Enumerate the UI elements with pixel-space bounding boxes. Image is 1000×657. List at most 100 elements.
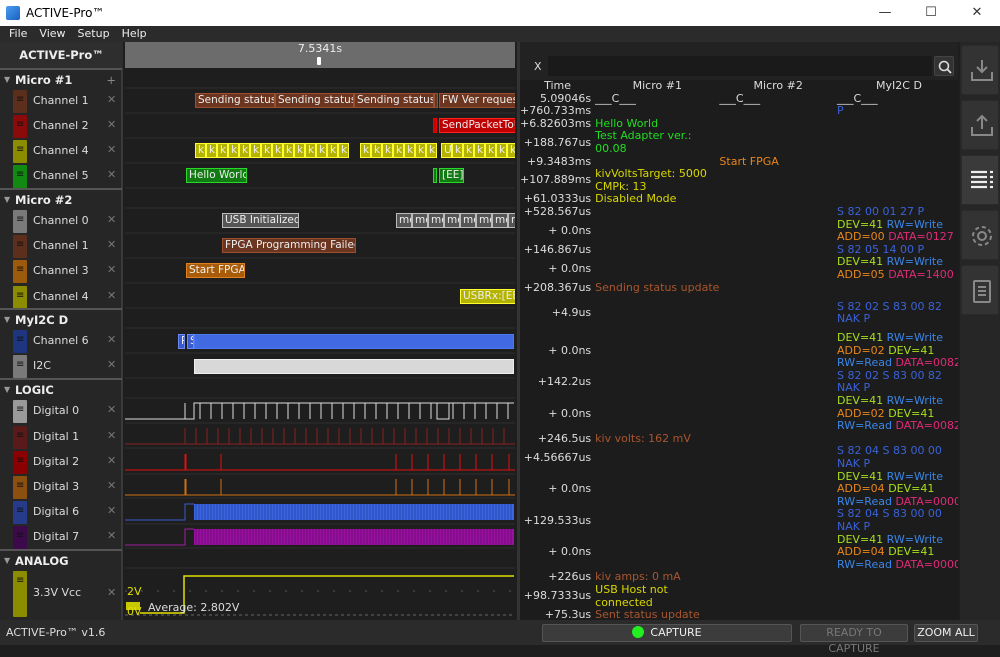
channel-color-swatch[interactable] [13, 90, 27, 113]
log-row[interactable]: +188.767usTest Adapter ver.:00.08 [520, 130, 958, 155]
annotation-fw-version[interactable]: FW Ver reques [439, 93, 515, 108]
channel-row[interactable]: I2C✕ [0, 354, 122, 379]
close-button[interactable]: ✕ [954, 0, 1000, 26]
annotation-ki[interactable]: ki [415, 143, 426, 158]
channel-row[interactable]: Digital 1✕ [0, 425, 122, 450]
annotation-mc[interactable]: mc [412, 213, 428, 228]
annotation-mc[interactable]: mc [460, 213, 476, 228]
annotation-sending-status[interactable]: Sending status [195, 93, 275, 108]
channel-row[interactable]: Digital 0✕ [0, 399, 122, 424]
annotation-sending-status[interactable]: Sending status [354, 93, 434, 108]
annotation-usbrx[interactable]: USBRx:[EE [460, 289, 515, 304]
add-channel-button[interactable]: + [106, 70, 116, 90]
remove-channel-icon[interactable]: ✕ [107, 403, 116, 416]
annotation-ki[interactable]: U [441, 143, 452, 158]
group-header[interactable]: ▼MyI2C D [0, 308, 122, 330]
annotation-ki[interactable]: ki [371, 143, 382, 158]
annotation-hello-world[interactable]: Hello World [186, 168, 247, 183]
time-ruler[interactable]: 7.5341s [125, 42, 515, 68]
annotation-ki[interactable]: ki [496, 143, 507, 158]
channel-row[interactable]: Channel 4✕ [0, 139, 122, 164]
annotation-ki[interactable]: ki [338, 143, 349, 158]
group-header[interactable]: ▼LOGIC [0, 378, 122, 400]
log-row[interactable]: +9.3483msStart FPGA [520, 156, 958, 169]
remove-channel-icon[interactable]: ✕ [107, 213, 116, 226]
menu-view[interactable]: View [39, 27, 65, 40]
channel-color-swatch[interactable] [13, 355, 27, 378]
channel-row[interactable]: Channel 6✕ [0, 329, 122, 354]
remove-channel-icon[interactable]: ✕ [107, 479, 116, 492]
waveform-timeline[interactable]: Sending statusSending statusSending stat… [125, 68, 515, 620]
annotation-ki[interactable]: ki [217, 143, 228, 158]
log-row[interactable]: +760.733msP [520, 105, 958, 118]
annotation-mc[interactable]: mc [508, 213, 515, 228]
channel-row[interactable]: Digital 3✕ [0, 475, 122, 500]
log-row[interactable]: +142.2usS 82 02 S 83 00 82NAK P [520, 370, 958, 395]
remove-channel-icon[interactable]: ✕ [107, 358, 116, 371]
i2c-transaction-bar[interactable] [194, 334, 514, 349]
channel-color-swatch[interactable] [13, 571, 27, 617]
annotation-ki[interactable]: ki [316, 143, 327, 158]
channel-color-swatch[interactable] [13, 426, 27, 449]
channel-row[interactable]: Channel 0✕ [0, 209, 122, 234]
annotation-ki[interactable]: ki [272, 143, 283, 158]
log-row[interactable]: +4.9usS 82 02 S 83 00 82NAK P [520, 294, 958, 332]
annotation-ki[interactable]: ki [228, 143, 239, 158]
annotation-sending-status[interactable]: Sending status [275, 93, 354, 108]
list-view-button[interactable] [961, 155, 999, 205]
channel-row[interactable]: Channel 1✕ [0, 89, 122, 114]
log-row[interactable]: + 0.0nsDEV=41 RW=WriteADD=04 DEV=41RW=Re… [520, 471, 958, 509]
collapse-triangle-icon[interactable]: ▼ [4, 551, 10, 571]
annotation-ki[interactable]: ki [474, 143, 485, 158]
decode-log[interactable]: Time Micro #1 Micro #2 MyI2C D 5.09046s_… [520, 80, 958, 620]
annotation-ki[interactable]: ki [327, 143, 338, 158]
capture-button[interactable]: CAPTURE [542, 624, 792, 642]
channel-color-swatch[interactable] [13, 115, 27, 138]
annotation-ki[interactable]: ki [463, 143, 474, 158]
collapse-triangle-icon[interactable]: ▼ [4, 380, 10, 400]
channel-color-swatch[interactable] [13, 235, 27, 258]
channel-row[interactable]: Digital 7✕ [0, 525, 122, 550]
channel-color-swatch[interactable] [13, 260, 27, 283]
channel-row[interactable]: Channel 5✕ [0, 164, 122, 189]
annotation-mc[interactable]: mc [444, 213, 460, 228]
annotation-ee[interactable]: [EE] [439, 168, 464, 183]
channel-row[interactable]: 3.3V Vcc✕ [0, 570, 122, 618]
menu-file[interactable]: File [9, 27, 27, 40]
log-row[interactable]: +98.7333usUSB Host notconnected [520, 584, 958, 609]
annotation-ki[interactable]: ki [452, 143, 463, 158]
i2c-data-bar[interactable] [194, 359, 514, 374]
annotation-marker[interactable] [433, 118, 437, 133]
group-header[interactable]: ▼ANALOG [0, 549, 122, 571]
annotation-mc[interactable]: mc [428, 213, 444, 228]
remove-channel-icon[interactable]: ✕ [107, 529, 116, 542]
remove-channel-icon[interactable]: ✕ [107, 289, 116, 302]
channel-color-swatch[interactable] [13, 330, 27, 353]
log-row[interactable]: +4.56667usS 82 04 S 83 00 00NAK P [520, 445, 958, 470]
annotation-ki[interactable]: ki [239, 143, 250, 158]
annotation-marker[interactable] [433, 168, 437, 183]
annotation-fpga-failed[interactable]: FPGA Programming Failed [222, 238, 356, 253]
group-header[interactable]: ▼Micro #1+ [0, 68, 122, 90]
channel-row[interactable]: Channel 1✕ [0, 234, 122, 259]
settings-button[interactable] [961, 210, 999, 260]
remove-channel-icon[interactable]: ✕ [107, 454, 116, 467]
channel-color-swatch[interactable] [13, 140, 27, 163]
maximize-button[interactable]: ☐ [908, 0, 954, 26]
log-row[interactable]: + 0.0nsDEV=41 RW=WriteADD=02 DEV=41RW=Re… [520, 332, 958, 370]
annotation-ki[interactable]: ki [195, 143, 206, 158]
annotation-send-packet[interactable]: SendPacketToU [439, 118, 515, 133]
collapse-triangle-icon[interactable]: ▼ [4, 70, 10, 90]
log-row[interactable]: + 0.0nsDEV=41 RW=WriteADD=02 DEV=41RW=Re… [520, 395, 958, 433]
log-row[interactable]: + 0.0nsDEV=41 RW=WriteADD=04 DEV=41RW=Re… [520, 534, 958, 572]
i2c-start-marker[interactable]: S [187, 334, 194, 349]
remove-channel-icon[interactable]: ✕ [107, 586, 116, 599]
channel-color-swatch[interactable] [13, 451, 27, 474]
annotation-ki[interactable]: ki [404, 143, 415, 158]
annotation-ki[interactable]: ki [507, 143, 515, 158]
remove-channel-icon[interactable]: ✕ [107, 504, 116, 517]
remove-channel-icon[interactable]: ✕ [107, 143, 116, 156]
import-button[interactable] [961, 45, 999, 95]
group-header[interactable]: ▼Micro #2 [0, 188, 122, 210]
channel-color-swatch[interactable] [13, 210, 27, 233]
